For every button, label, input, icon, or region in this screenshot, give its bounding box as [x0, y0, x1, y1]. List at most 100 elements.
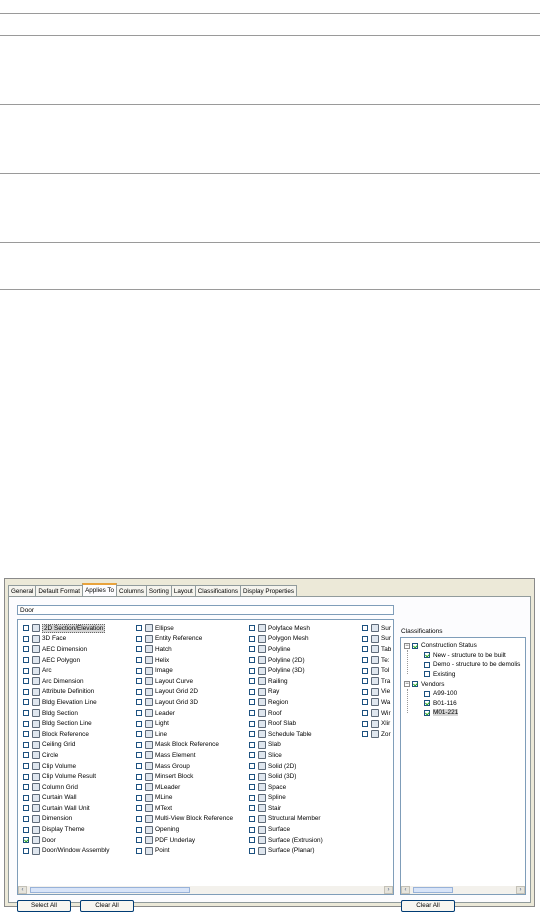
checkbox[interactable]	[249, 805, 255, 812]
checkbox[interactable]	[23, 826, 29, 833]
checkbox[interactable]	[136, 646, 142, 653]
list-item[interactable]: AEC Polygon	[23, 655, 109, 666]
list-item[interactable]: Spline	[249, 793, 323, 804]
checkbox[interactable]	[23, 635, 29, 642]
collapse-icon[interactable]: −	[404, 681, 410, 687]
list-item[interactable]: Sur	[362, 634, 391, 645]
list-item[interactable]: Clip Volume Result	[23, 771, 109, 782]
list-item[interactable]: Tol	[362, 665, 391, 676]
list-item[interactable]: Tra	[362, 676, 391, 687]
checkbox[interactable]	[362, 657, 368, 664]
scroll-left-arrow-icon[interactable]: ‹	[401, 886, 410, 894]
list-item[interactable]: Attribute Definition	[23, 687, 109, 698]
list-item[interactable]: 2D Section/Elevation	[23, 623, 109, 634]
checkbox[interactable]	[136, 763, 142, 770]
list-item[interactable]: Tab	[362, 644, 391, 655]
checkbox[interactable]	[362, 720, 368, 727]
checkbox[interactable]	[23, 752, 29, 759]
list-item[interactable]: Bldg Elevation Line	[23, 697, 109, 708]
checkbox[interactable]	[249, 646, 255, 653]
tree-leaf[interactable]: B01-116	[424, 699, 457, 708]
checkbox[interactable]	[23, 720, 29, 727]
checkbox[interactable]	[23, 688, 29, 695]
checkbox[interactable]	[249, 710, 255, 717]
checkbox[interactable]	[249, 688, 255, 695]
list-item[interactable]: Polyline	[249, 644, 323, 655]
checkbox[interactable]	[362, 625, 368, 632]
list-item[interactable]: Roof Slab	[249, 718, 323, 729]
checkbox[interactable]	[136, 667, 142, 674]
checkbox[interactable]	[362, 710, 368, 717]
checkbox[interactable]	[249, 794, 255, 801]
checkbox[interactable]	[362, 667, 368, 674]
list-item[interactable]: Layout Grid 3D	[136, 697, 233, 708]
checkbox[interactable]	[136, 784, 142, 791]
checkbox[interactable]	[249, 678, 255, 685]
checkbox[interactable]	[23, 805, 29, 812]
checkbox[interactable]	[362, 646, 368, 653]
list-item[interactable]: Surface	[249, 824, 323, 835]
list-item[interactable]: Door	[23, 835, 109, 846]
list-item[interactable]: MText	[136, 803, 233, 814]
checkbox[interactable]	[249, 826, 255, 833]
tree-leaf[interactable]: M01-221	[424, 708, 459, 717]
tree-node[interactable]: − Vendors	[404, 680, 444, 689]
checkbox[interactable]	[136, 794, 142, 801]
tab-display-properties[interactable]: Display Properties	[239, 585, 298, 596]
checkbox[interactable]	[249, 847, 255, 854]
list-item[interactable]: Column Grid	[23, 782, 109, 793]
list-item[interactable]: Bldg Section Line	[23, 718, 109, 729]
checkbox[interactable]	[23, 773, 29, 780]
tree-leaf[interactable]: New - structure to be built	[424, 651, 506, 660]
list-item[interactable]: Polyface Mesh	[249, 623, 323, 634]
checkbox[interactable]	[23, 741, 29, 748]
checkbox[interactable]	[424, 700, 430, 706]
checkbox[interactable]	[412, 642, 418, 649]
checkbox[interactable]	[362, 699, 368, 706]
list-item[interactable]: Surface (Planar)	[249, 845, 323, 856]
list-item[interactable]: MLeader	[136, 782, 233, 793]
checkbox[interactable]	[136, 805, 142, 812]
list-item[interactable]: PDF Underlay	[136, 835, 233, 846]
list-item[interactable]: Ceiling Grid	[23, 740, 109, 751]
checkbox[interactable]	[249, 784, 255, 791]
list-item[interactable]: Space	[249, 782, 323, 793]
checkbox[interactable]	[136, 815, 142, 822]
list-item[interactable]: Block Reference	[23, 729, 109, 740]
list-item[interactable]: Layout Grid 2D	[136, 687, 233, 698]
list-item[interactable]: Clip Volume	[23, 761, 109, 772]
checkbox[interactable]	[23, 847, 29, 854]
checkbox[interactable]	[23, 678, 29, 685]
tree-leaf[interactable]: Existing	[424, 670, 455, 679]
checkbox[interactable]	[23, 699, 29, 706]
list-item[interactable]: Zor	[362, 729, 391, 740]
checkbox[interactable]	[136, 657, 142, 664]
checkbox[interactable]	[136, 635, 142, 642]
checkbox[interactable]	[136, 678, 142, 685]
list-item[interactable]: Slice	[249, 750, 323, 761]
checkbox[interactable]	[23, 763, 29, 770]
list-item[interactable]: AEC Dimension	[23, 644, 109, 655]
list-item[interactable]: Leader	[136, 708, 233, 719]
list-item[interactable]: Bldg Section	[23, 708, 109, 719]
checkbox[interactable]	[249, 741, 255, 748]
list-item[interactable]: Polyline (3D)	[249, 665, 323, 676]
list-item[interactable]: Railing	[249, 676, 323, 687]
list-item[interactable]: Sur	[362, 623, 391, 634]
list-item[interactable]: Solid (3D)	[249, 771, 323, 782]
tab-columns[interactable]: Columns	[116, 585, 147, 596]
checkbox[interactable]	[424, 671, 430, 677]
collapse-icon[interactable]: −	[404, 642, 410, 649]
list-item[interactable]: Schedule Table	[249, 729, 323, 740]
checkbox[interactable]	[249, 837, 255, 844]
checkbox[interactable]	[249, 731, 255, 738]
clear-all-button[interactable]: Clear All	[80, 900, 134, 912]
checkbox[interactable]	[23, 710, 29, 717]
scrollbar-thumb[interactable]	[30, 887, 190, 893]
checkbox[interactable]	[249, 635, 255, 642]
list-item[interactable]: Arc Dimension	[23, 676, 109, 687]
list-item[interactable]: Solid (2D)	[249, 761, 323, 772]
filter-input[interactable]	[17, 605, 394, 615]
checkbox[interactable]	[249, 815, 255, 822]
list-item[interactable]: MLine	[136, 793, 233, 804]
